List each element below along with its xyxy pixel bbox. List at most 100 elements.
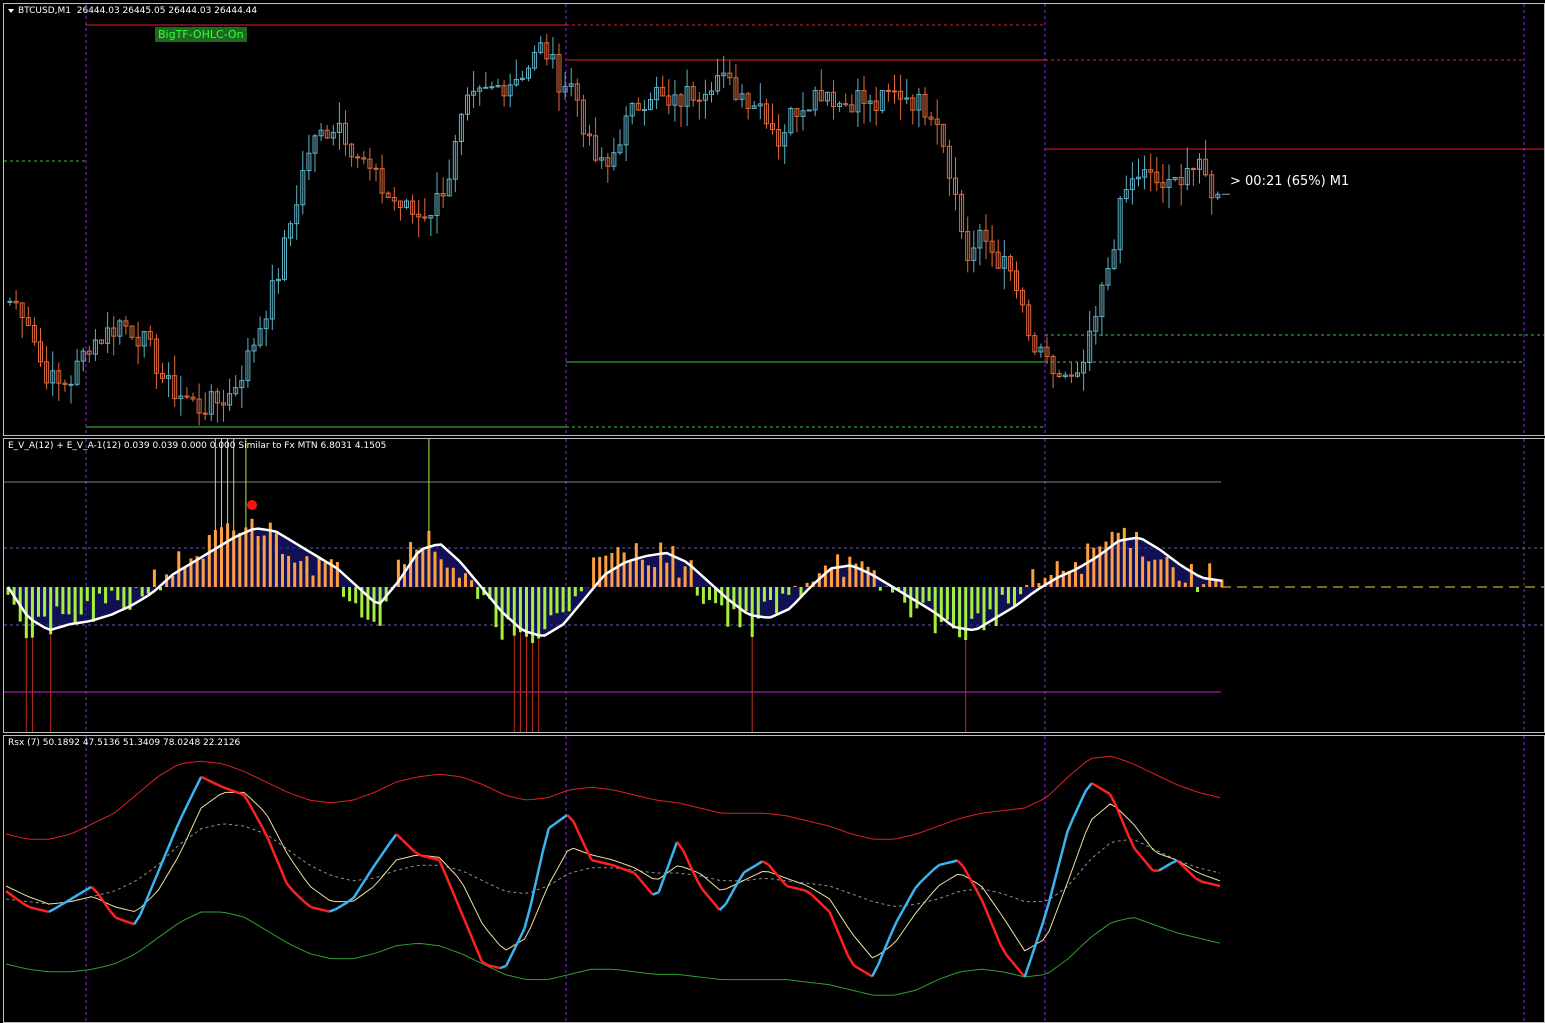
eva-bar	[860, 561, 864, 587]
rsx-segment	[1097, 785, 1105, 792]
eva-bar	[104, 587, 108, 604]
rsx-segment	[578, 833, 587, 849]
eva-bar	[73, 587, 77, 623]
rsx-segment	[694, 876, 703, 889]
rsx-segment	[681, 849, 691, 864]
eva-bar	[756, 587, 760, 619]
eva-bar	[1080, 573, 1084, 587]
rsx-segment	[871, 963, 880, 978]
rsx-segment	[1060, 831, 1069, 856]
ohlc-readout: 26444.03 26445.05 26444.03 26444.44	[76, 6, 258, 16]
rsx-segment	[121, 918, 129, 924]
eva-bar	[1074, 562, 1077, 587]
rsx-segment	[1201, 880, 1208, 885]
rsx-segment	[846, 954, 855, 967]
rsx-segment	[389, 833, 398, 844]
eva-bar	[933, 587, 937, 634]
eva-bar	[762, 587, 766, 602]
rsx-segment	[730, 881, 740, 894]
eva-bar	[848, 556, 852, 587]
rsx-segment	[945, 860, 952, 865]
rsx-segment	[1029, 940, 1039, 960]
rsx-segment	[5, 890, 13, 897]
rsx-segment	[310, 905, 318, 910]
rsx-segment	[1207, 881, 1215, 886]
rsx-segment	[712, 901, 721, 911]
eva-bar	[445, 567, 449, 587]
eva-bar	[1092, 547, 1096, 587]
eva-bar	[1153, 559, 1157, 587]
rsx-segment	[60, 900, 68, 907]
eva-bar	[433, 551, 437, 587]
rsx-segment	[115, 916, 123, 922]
eva-bar	[268, 522, 272, 587]
rsx-segment	[395, 833, 404, 841]
rsx-segment	[755, 860, 764, 867]
eva-bar	[201, 558, 205, 587]
rsx-indicator-label: Rsx (7) 50.1892 47.5136 51.3409 78.0248 …	[8, 738, 241, 748]
eva-bar	[878, 587, 882, 591]
rsx-segment	[913, 880, 922, 890]
rsx-segment	[749, 863, 757, 870]
rsx-segment	[352, 887, 361, 899]
eva-bar	[884, 586, 888, 587]
price-chart[interactable]	[4, 4, 1544, 435]
rsx-segment	[127, 920, 135, 926]
rsx-segment	[1127, 834, 1136, 850]
eva-bar	[506, 587, 510, 620]
rsx-segment	[1078, 790, 1087, 805]
eva-bar	[85, 587, 89, 602]
rsx-segment	[225, 787, 233, 792]
eva-bar	[1159, 559, 1163, 587]
rsx-indicator-pane[interactable]: Rsx (7) 50.1892 47.5136 51.3409 78.0248 …	[3, 735, 1545, 1023]
rsx-segment	[939, 862, 946, 867]
eva-bar	[226, 523, 230, 587]
eva-bar	[1122, 527, 1126, 587]
rsx-segment	[675, 841, 685, 851]
eva-bar	[37, 587, 40, 617]
eva-indicator-chart[interactable]	[4, 439, 1544, 732]
rsx-segment	[974, 888, 984, 901]
rsx-segment	[297, 895, 306, 904]
rsx-segment	[187, 788, 197, 803]
rsx-indicator-chart[interactable]	[4, 736, 1544, 1022]
eva-bar	[183, 567, 187, 587]
eva-bar	[1214, 580, 1218, 587]
rsx-segment	[181, 800, 191, 815]
eva-bar	[1202, 584, 1206, 587]
rsx-segment	[1047, 878, 1057, 903]
rsx-segment	[1072, 803, 1081, 818]
rsx-segment	[316, 907, 324, 912]
eva-bar	[1037, 583, 1041, 587]
eva-bar	[299, 560, 303, 587]
rsx-segment	[810, 893, 819, 901]
rsx-segment	[237, 791, 245, 796]
rsx-segment	[743, 867, 751, 874]
bigtf-ohlc-badge[interactable]: BigTF-OHLC-On	[155, 27, 247, 42]
rsx-segment	[621, 867, 629, 872]
eva-bar	[665, 562, 669, 587]
rsx-segment	[1023, 958, 1032, 978]
eva-bar	[79, 587, 83, 615]
rsx-segment	[54, 904, 62, 910]
eva-bar	[579, 587, 583, 592]
main-price-pane[interactable]: BTCUSD,M1 26444.03 26445.05 26444.03 264…	[3, 3, 1545, 436]
rsx-segment	[163, 841, 172, 858]
chart-menu-icon[interactable]	[8, 8, 14, 13]
rsx-segment	[511, 940, 520, 954]
symbol-header[interactable]: BTCUSD,M1 26444.03 26445.05 26444.03 264…	[8, 6, 257, 16]
rsx-segment	[219, 784, 227, 790]
rsx-segment	[980, 899, 990, 916]
rsx-segment	[212, 781, 221, 787]
eva-indicator-pane[interactable]: E_V_A(12) + E_V_A-1(12) 0.039 0.039 0.00…	[3, 438, 1545, 733]
eva-bar	[647, 565, 650, 587]
eva-bar	[305, 556, 309, 587]
eva-bar	[439, 559, 443, 587]
eva-bar	[518, 587, 522, 633]
eva-bar	[805, 582, 809, 587]
eva-bar	[451, 567, 455, 587]
rsx-segment	[48, 907, 56, 913]
rsx-segment	[999, 943, 1008, 956]
eva-bar	[49, 587, 53, 635]
rsx-segment	[1164, 862, 1172, 868]
